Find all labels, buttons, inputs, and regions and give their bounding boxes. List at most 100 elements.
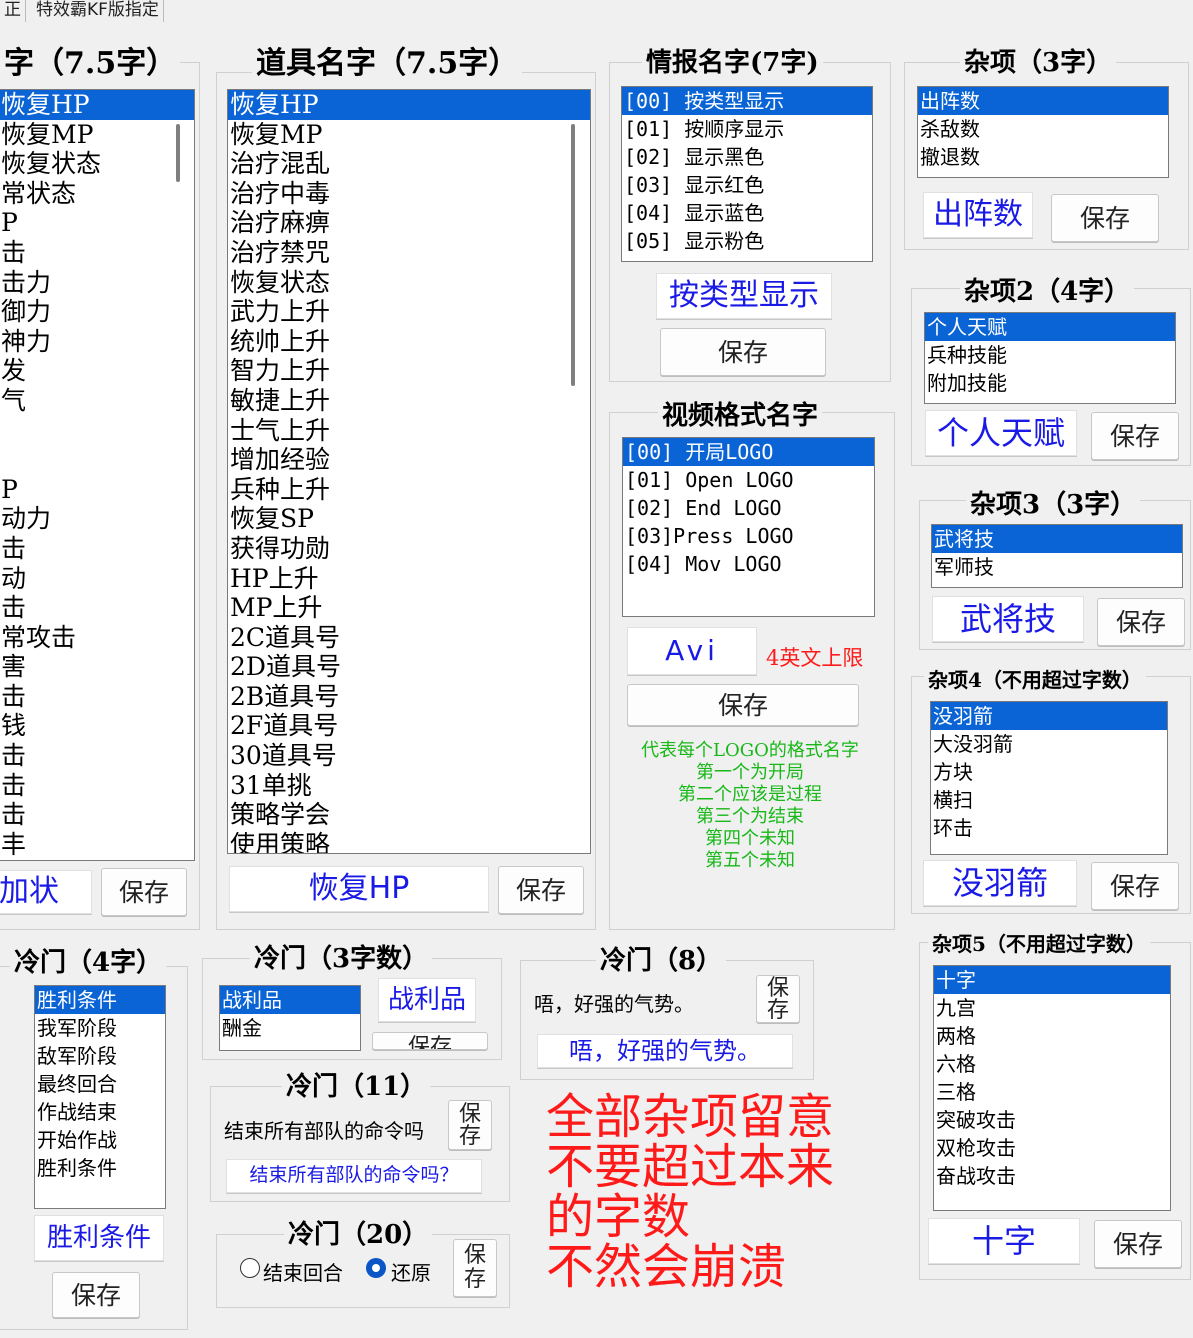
list-item[interactable]: 治疗中毒 — [228, 179, 590, 209]
list-item[interactable]: 击 — [0, 682, 194, 712]
list-item[interactable]: 九宫 — [934, 994, 1170, 1022]
cold3-save-button[interactable]: 保存 — [372, 1032, 488, 1050]
list-item[interactable]: [04] Mov LOGO — [623, 550, 874, 578]
list-item[interactable]: P — [0, 475, 194, 505]
cold3-listbox[interactable]: 战利品 酬金 — [219, 985, 361, 1051]
list-item[interactable]: 治疗混乱 — [228, 149, 590, 179]
list-item[interactable]: 策略学会 — [228, 800, 590, 830]
list-item[interactable]: [02] End LOGO — [623, 494, 874, 522]
list-item[interactable]: P — [0, 208, 194, 238]
cold4-save-button[interactable]: 保存 — [52, 1272, 140, 1318]
intel-listbox[interactable]: [00] 按类型显示 [01] 按顺序显示 [02] 显示黑色 [03] 显示红色 [0… — [621, 86, 873, 262]
misc4-save-button[interactable]: 保存 — [1091, 862, 1179, 910]
list-item[interactable]: 军师技 — [932, 553, 1182, 581]
list-item[interactable]: 胜利条件 — [35, 1154, 165, 1182]
list-item[interactable]: 横扫 — [931, 786, 1167, 814]
list-item[interactable]: 武将技 — [932, 525, 1182, 553]
list-item[interactable]: 2D道具号 — [228, 652, 590, 682]
list-item[interactable]: 环击 — [931, 814, 1167, 842]
list-item[interactable]: 御力 — [0, 297, 194, 327]
cold4-listbox[interactable]: 胜利条件 我军阶段 敌军阶段 最终回合 作战结束 开始作战 胜利条件 — [34, 985, 166, 1209]
list-item[interactable]: 恢复HP — [228, 90, 590, 120]
list-item[interactable]: 大没羽箭 — [931, 730, 1167, 758]
list-item[interactable]: 胜利条件 — [35, 986, 165, 1014]
item-names-listbox[interactable]: 恢复HP 恢复MP 治疗混乱 治疗中毒 治疗麻痹 治疗禁咒 恢复状态 武力上升 统帅上升 智力上升… — [227, 89, 591, 854]
list-item[interactable]: 恢复SP — [228, 504, 590, 534]
list-item[interactable]: 恢复HP — [0, 90, 194, 120]
misc2-listbox[interactable]: 个人天赋 兵种技能 附加技能 — [924, 312, 1176, 404]
list-item[interactable]: 十字 — [934, 966, 1170, 994]
radio-end-round[interactable] — [240, 1258, 260, 1278]
list-item[interactable]: 钱 — [0, 711, 194, 741]
list-item[interactable]: 发 — [0, 356, 194, 386]
list-item[interactable]: 开始作战 — [35, 1126, 165, 1154]
list-item[interactable]: 出阵数 — [918, 87, 1168, 115]
list-item[interactable]: 杀敌数 — [918, 115, 1168, 143]
list-item[interactable]: [02] 显示黑色 — [622, 143, 872, 171]
list-item[interactable]: 30道具号 — [228, 741, 590, 771]
intel-save-button[interactable]: 保存 — [660, 328, 826, 376]
list-item[interactable]: 双枪攻击 — [934, 1134, 1170, 1162]
list-item[interactable]: [01] 按顺序显示 — [622, 115, 872, 143]
list-item[interactable]: [00] 开局LOGO — [623, 438, 874, 466]
list-item[interactable]: 撤退数 — [918, 143, 1168, 171]
list-item[interactable]: 击 — [0, 741, 194, 771]
list-item[interactable]: 击 — [0, 534, 194, 564]
list-item[interactable]: 恢复状态 — [228, 268, 590, 298]
list-item[interactable]: 恢复MP — [228, 120, 590, 150]
list-item[interactable]: 获得功勋 — [228, 534, 590, 564]
list-item[interactable] — [0, 416, 194, 446]
list-item[interactable]: 神力 — [0, 327, 194, 357]
list-item[interactable]: [03]Press LOGO — [623, 522, 874, 550]
list-item[interactable]: 常攻击 — [0, 623, 194, 653]
left-listbox[interactable]: 恢复HP 恢复MP 恢复状态 常状态 P 击击力 御力 神力发气 P 动力击动击常攻击害击钱击击… — [0, 89, 195, 861]
cold11-save-button[interactable]: 保存 — [448, 1100, 492, 1150]
tab-first[interactable]: 正 — [0, 0, 26, 22]
list-item[interactable]: 击 — [0, 238, 194, 268]
list-item[interactable]: 兵种技能 — [925, 341, 1175, 369]
list-item[interactable]: 击 — [0, 800, 194, 830]
list-item[interactable]: 统帅上升 — [228, 327, 590, 357]
list-item[interactable]: 敌军阶段 — [35, 1042, 165, 1070]
list-item[interactable]: [00] 按类型显示 — [622, 87, 872, 115]
list-item[interactable]: 击 — [0, 593, 194, 623]
list-item[interactable]: 使用策略 — [228, 830, 590, 853]
list-item[interactable]: 2B道具号 — [228, 682, 590, 712]
list-item[interactable]: 作战结束 — [35, 1098, 165, 1126]
radio-restore[interactable] — [366, 1258, 386, 1278]
list-item[interactable]: 恢复状态 — [0, 149, 194, 179]
list-item[interactable]: 增加经验 — [228, 445, 590, 475]
list-item[interactable]: 三格 — [934, 1078, 1170, 1106]
list-item[interactable]: 2F道具号 — [228, 711, 590, 741]
list-item[interactable]: 治疗麻痹 — [228, 208, 590, 238]
list-item[interactable]: [04] 显示蓝色 — [622, 199, 872, 227]
list-item[interactable]: 动 — [0, 564, 194, 594]
misc2-save-button[interactable]: 保存 — [1091, 412, 1179, 460]
list-item[interactable]: 方块 — [931, 758, 1167, 786]
list-item[interactable]: 两格 — [934, 1022, 1170, 1050]
misc5-listbox[interactable]: 十字 九宫 两格 六格 三格 突破攻击 双枪攻击 奋战攻击 — [933, 965, 1171, 1211]
left-save-button[interactable]: 保存 — [101, 868, 187, 916]
list-item[interactable]: 气 — [0, 386, 194, 416]
list-item[interactable]: 敏捷上升 — [228, 386, 590, 416]
list-item[interactable]: 我军阶段 — [35, 1014, 165, 1042]
list-item[interactable]: 个人天赋 — [925, 313, 1175, 341]
misc4-listbox[interactable]: 没羽箭 大没羽箭 方块 横扫 环击 — [930, 701, 1168, 855]
list-item[interactable]: 恢复MP — [0, 120, 194, 150]
misc1-listbox[interactable]: 出阵数 杀敌数 撤退数 — [917, 86, 1169, 178]
list-item[interactable]: 六格 — [934, 1050, 1170, 1078]
list-item[interactable]: HP上升 — [228, 564, 590, 594]
list-item[interactable]: 战利品 — [220, 986, 360, 1014]
item-names-scroll-thumb[interactable] — [571, 124, 575, 386]
list-item[interactable]: 武力上升 — [228, 297, 590, 327]
list-item[interactable]: 2C道具号 — [228, 623, 590, 653]
list-item[interactable]: 击力 — [0, 268, 194, 298]
list-item[interactable]: MP上升 — [228, 593, 590, 623]
cold20-save-button[interactable]: 保存 — [453, 1239, 497, 1297]
cold8-save-button[interactable]: 保存 — [756, 975, 800, 1023]
list-item[interactable]: 最终回合 — [35, 1070, 165, 1098]
list-item[interactable]: 31单挑 — [228, 771, 590, 801]
misc1-save-button[interactable]: 保存 — [1051, 194, 1159, 242]
item-names-save-button[interactable]: 保存 — [498, 866, 584, 914]
misc5-save-button[interactable]: 保存 — [1094, 1220, 1182, 1268]
